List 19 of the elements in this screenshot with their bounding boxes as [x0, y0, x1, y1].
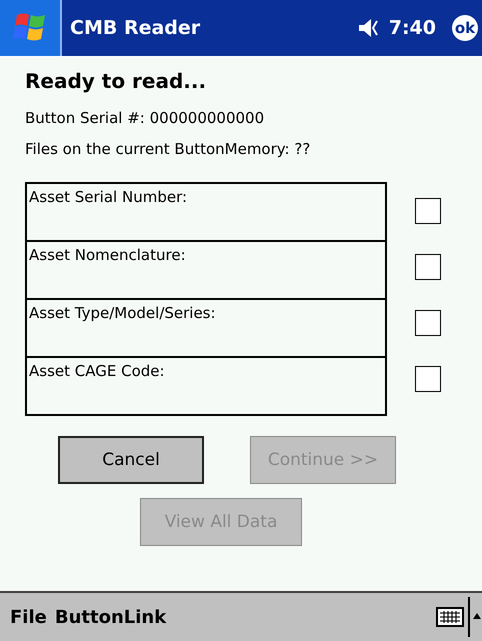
- keyboard-icon[interactable]: [436, 607, 464, 627]
- field-label: Asset Type/Model/Series:: [28, 303, 217, 324]
- status-heading: Ready to read...: [25, 69, 208, 93]
- ok-button[interactable]: ok: [452, 15, 478, 41]
- clock-time[interactable]: 7:40: [388, 17, 436, 39]
- up-arrow-icon[interactable]: [468, 597, 482, 637]
- info-text: Button Serial #: 000000000000: [25, 108, 266, 129]
- checkbox[interactable]: [415, 198, 441, 224]
- field-label: Asset Nomenclature:: [28, 245, 187, 266]
- info-text: Files on the current ButtonMemory: ??: [25, 139, 312, 160]
- cancel-button[interactable]: Cancel: [58, 436, 204, 484]
- checkbox[interactable]: [415, 310, 441, 336]
- checkbox[interactable]: [415, 254, 441, 280]
- menu-item[interactable]: ButtonLink: [54, 606, 166, 628]
- menu-item[interactable]: File: [10, 606, 47, 628]
- field-label: Asset CAGE Code:: [28, 361, 166, 382]
- window-title: CMB Reader: [70, 17, 202, 39]
- field-label: Asset Serial Number:: [28, 187, 188, 208]
- checkbox[interactable]: [415, 366, 441, 392]
